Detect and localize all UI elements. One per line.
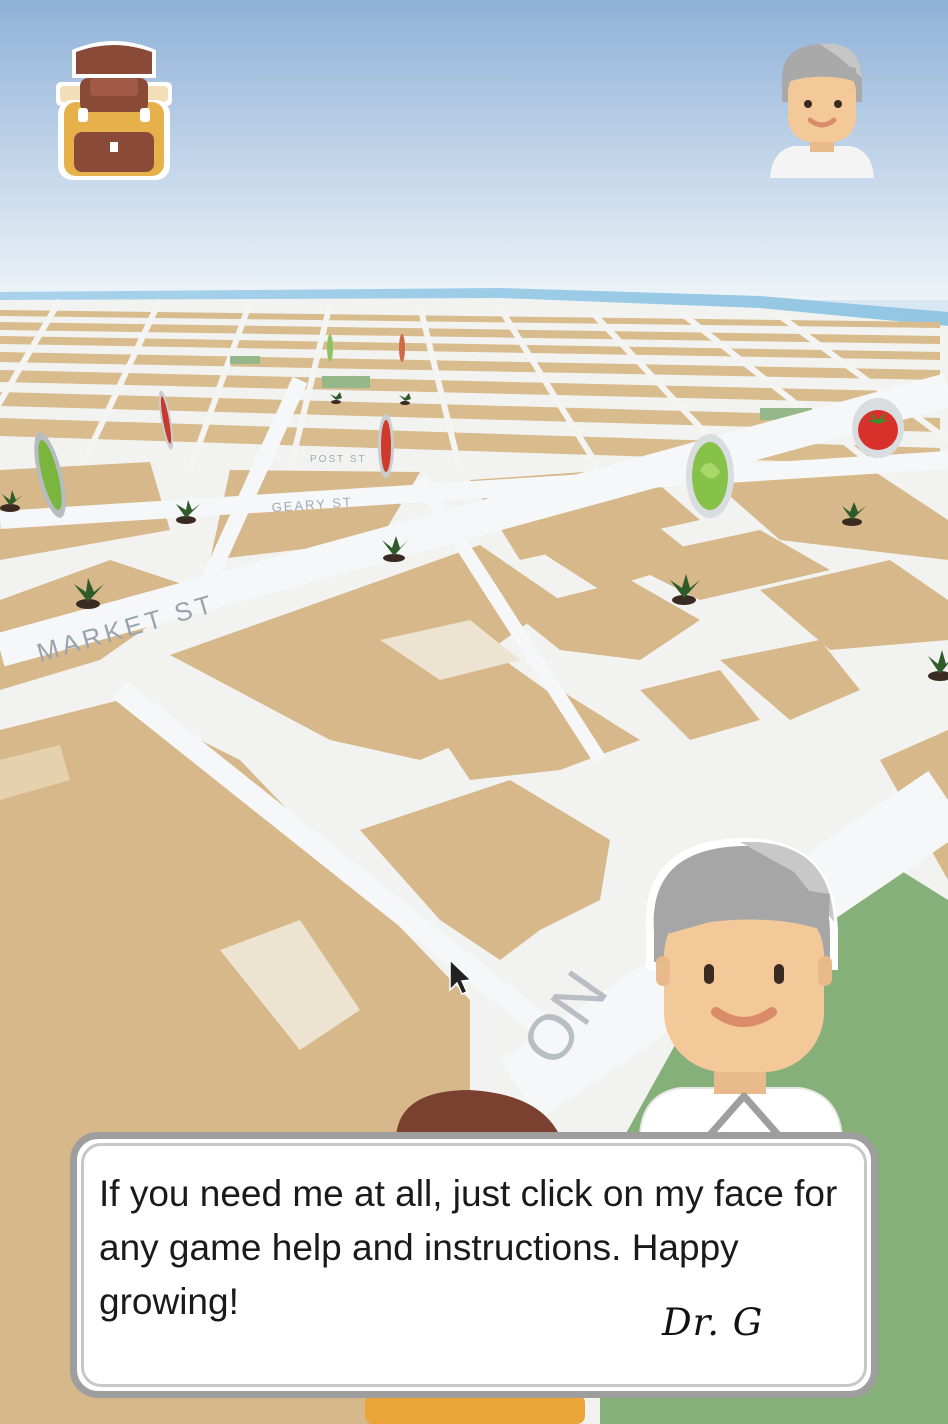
street-label-post: POST ST: [310, 454, 367, 465]
tomato-marker-icon[interactable]: [378, 414, 394, 478]
backpack-peek-bottom: [365, 1395, 585, 1424]
lettuce-marker-icon[interactable]: [686, 434, 734, 518]
dr-g-avatar-icon[interactable]: [764, 38, 880, 178]
help-dialog-signature: Dr. G: [662, 1301, 764, 1344]
help-dialog[interactable]: If you need me at all, just click on my …: [70, 1132, 878, 1398]
tomato-marker-icon[interactable]: [852, 398, 904, 458]
backpack-icon[interactable]: [50, 38, 178, 183]
